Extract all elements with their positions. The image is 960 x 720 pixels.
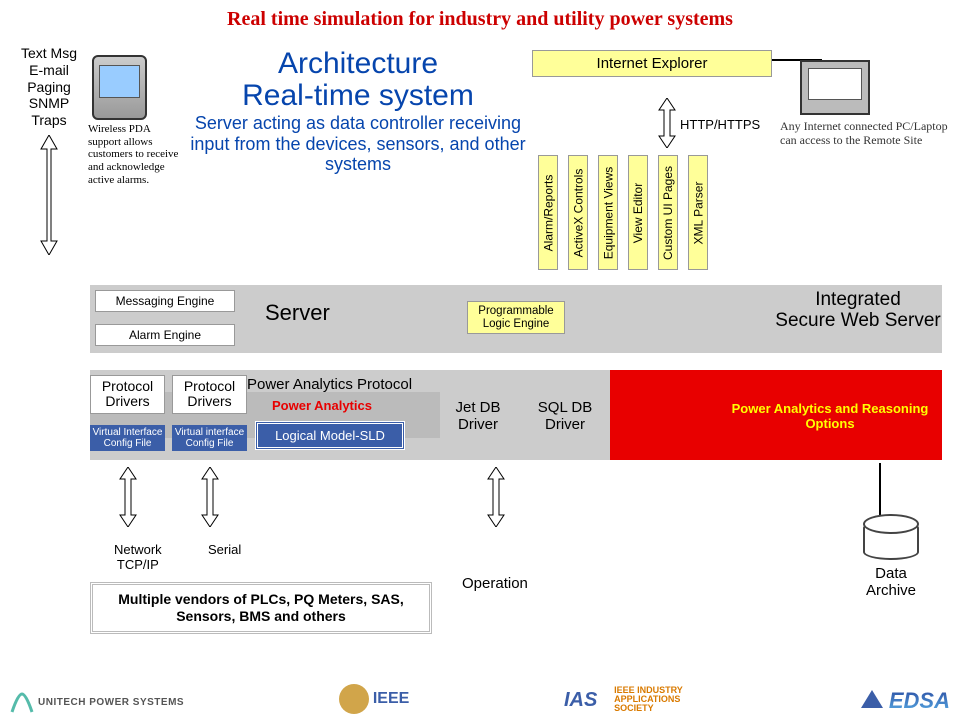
pc-caption: Any Internet connected PC/Laptop can acc… [780,119,950,148]
vlabel-equip: Equipment Views [598,155,618,270]
arch-subtitle: Server acting as data controller receivi… [188,113,528,175]
notify-text: Text Msg [10,45,88,62]
plc-vendors-box: Multiple vendors of PLCs, PQ Meters, SAS… [90,582,432,634]
desktop-icon [800,60,870,115]
cylinder-icon [863,520,919,560]
pda-block: Wireless PDA support allows customers to… [88,55,183,186]
server-label: Server [265,300,330,326]
ias-logo: IAS IEEE INDUSTRY APPLICATIONS SOCIETY [564,684,704,714]
vlabel-view: View Editor [628,155,648,270]
edsa-logo: EDSA [859,688,950,714]
updown-icon-3 [486,467,506,527]
config-file-1: Virtual Interface Config File [90,425,165,451]
logical-model-box: Logical Model-SLD [255,421,405,450]
ias-text: IEEE INDUSTRY APPLICATIONS SOCIETY [614,686,704,713]
arch-title-1: Architecture [188,48,528,80]
architecture-heading: Architecture Real-time system Server act… [188,48,528,175]
protocol-drivers-1: Protocol Drivers [90,375,165,414]
archive-line [878,463,882,521]
operation-label: Operation [462,575,528,592]
http-label: HTTP/HTTPS [680,117,760,132]
vlabel-custom: Custom UI Pages [658,155,678,270]
browser-box: Internet Explorer [532,50,772,77]
notify-paging: Paging [10,79,88,96]
svg-text:IAS: IAS [564,689,598,711]
updown-icon-2 [200,467,220,527]
page-title: Real time simulation for industry and ut… [0,0,960,31]
power-analytics-protocol-label: Power Analytics Protocol [247,376,412,393]
power-analytics-label: Power Analytics [272,398,372,413]
notify-snmp: SNMP Traps [10,95,88,129]
integrated-label: IntegratedSecure Web Server [768,290,948,332]
analytics-reasoning-label: Power Analytics and Reasoning Options [730,402,930,432]
http-arrow-icon [657,98,677,148]
notify-email: E-mail [10,62,88,79]
serial-label: Serial [208,542,241,557]
programmable-logic-box: Programmable Logic Engine [467,301,565,334]
protocol-drivers-2: Protocol Drivers [172,375,247,414]
notification-methods: Text Msg E-mail Paging SNMP Traps [10,45,88,258]
sponsor-row: UNITECH POWER SYSTEMS IEEE IAS IEEE INDU… [10,684,950,714]
vlabel-activex: ActiveX Controls [568,155,588,270]
alarm-engine-box: Alarm Engine [95,324,235,346]
updown-icon-1 [118,467,138,527]
messaging-engine-box: Messaging Engine [95,290,235,312]
data-archive-label: Data Archive [855,566,927,599]
unitech-logo: UNITECH POWER SYSTEMS [10,690,184,714]
updown-arrow-icon [37,135,61,255]
jet-db-label: Jet DB Driver [448,400,508,433]
vlabel-alarm: Alarm/Reports [538,155,558,270]
pda-caption: Wireless PDA support allows customers to… [88,123,183,186]
vertical-labels-row: Alarm/Reports ActiveX Controls Equipment… [538,155,708,270]
data-archive-block: Data Archive [855,520,927,599]
arch-title-2: Real-time system [188,80,528,112]
ieee-logo: IEEE [339,684,409,714]
pc-block: Any Internet connected PC/Laptop can acc… [780,60,950,148]
config-file-2: Virtual interface Config File [172,425,247,451]
pda-icon [92,55,147,120]
network-tcpip-label: Network TCP/IP [114,542,162,572]
vlabel-xml: XML Parser [688,155,708,270]
sql-db-label: SQL DB Driver [530,400,600,433]
